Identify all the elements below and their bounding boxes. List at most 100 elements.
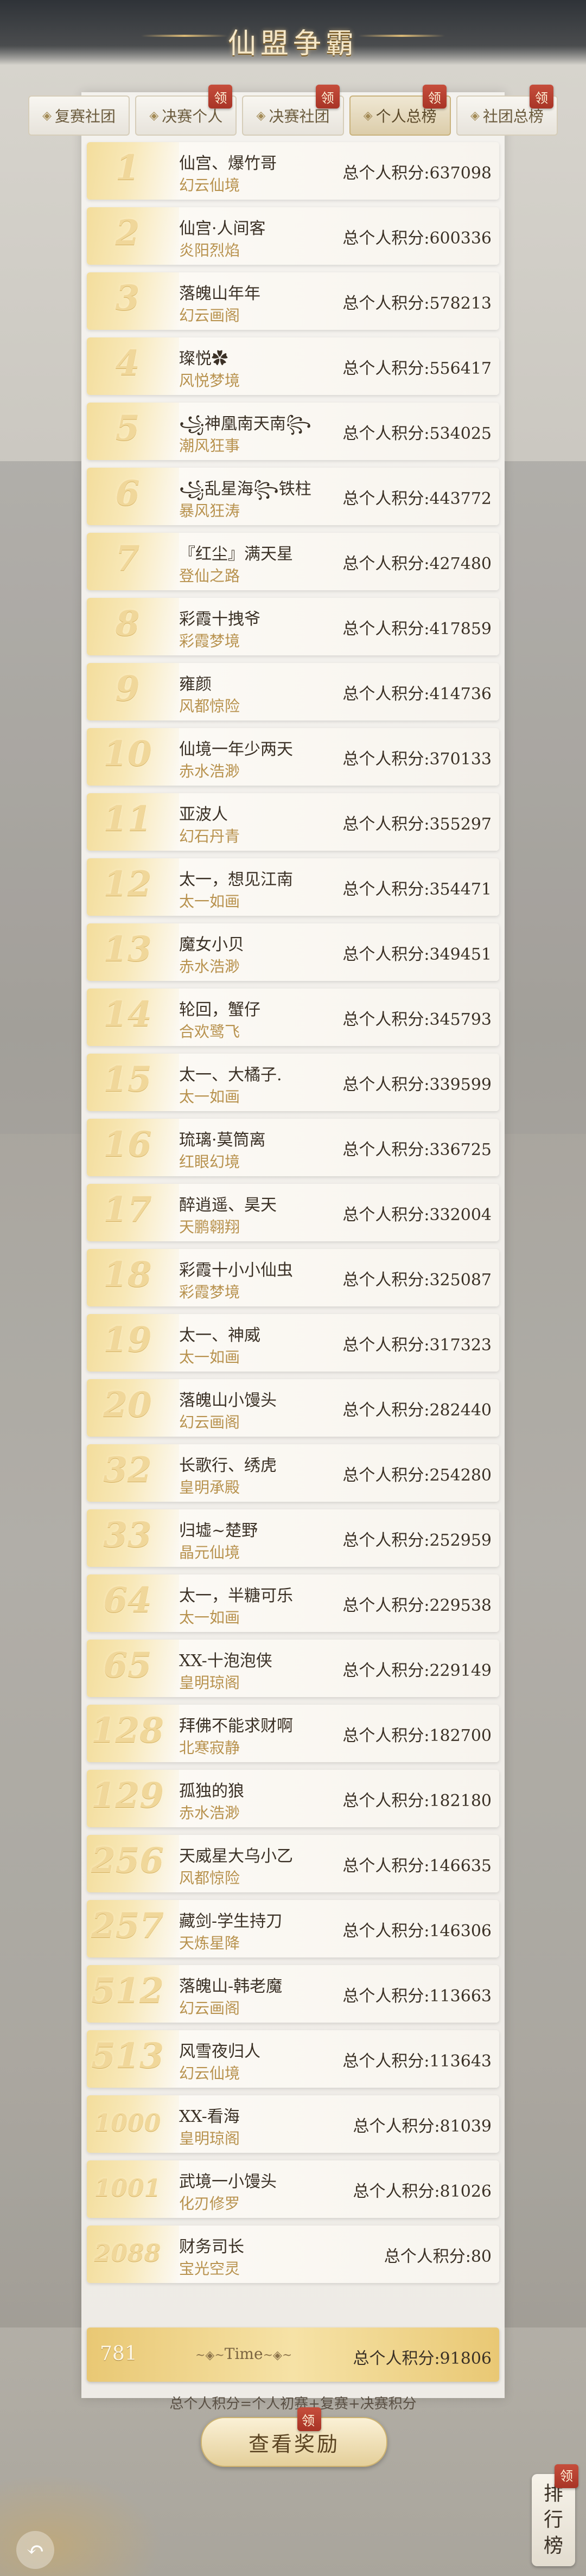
list-item[interactable]: 33 归墟~楚野 晶元仙境 总个人积分:252959 (87, 1509, 499, 1567)
leaderboard-button[interactable]: 排 行 榜 领 (532, 2464, 578, 2566)
list-item[interactable]: 513 风雪夜归人 幻云仙境 总个人积分:113643 (87, 2030, 499, 2088)
player-score: 总个人积分:339599 (342, 1075, 492, 1094)
player-name: XX-十泡泡侠 (179, 1652, 272, 1670)
list-item[interactable]: 1001 武境一小馒头 化刃修罗 总个人积分:81026 (87, 2160, 499, 2218)
back-icon[interactable]: ↶ (16, 2531, 54, 2569)
rank-number: 15 (103, 1059, 152, 1100)
rank-number: 128 (91, 1710, 164, 1751)
player-score: 总个人积分:146635 (342, 1857, 492, 1876)
server-name: 皇明琼阁 (179, 2129, 240, 2147)
list-item[interactable]: 65 XX-十泡泡侠 皇明琼阁 总个人积分:229149 (87, 1640, 499, 1697)
player-name: 仙宫、爆竹哥 (179, 154, 277, 173)
player-score: 总个人积分:427480 (342, 554, 492, 573)
list-item[interactable]: 16 琉璃·莫筒离 红眼幻境 总个人积分:336725 (87, 1119, 499, 1176)
server-name: 赤水浩渺 (179, 958, 240, 975)
list-item[interactable]: 6 ꧁乱星海꧂铁柱 暴风狂涛 总个人积分:443772 (87, 468, 499, 525)
list-item[interactable]: 2088 财务司长 宝光空灵 总个人积分:80 (87, 2226, 499, 2283)
list-item[interactable]: 3 落魄山年年 幻云画阁 总个人积分:578213 (87, 272, 499, 330)
ornament-left-icon: ~◈~ (195, 2349, 225, 2362)
server-name: 北寒寂静 (179, 1739, 240, 1757)
list-item[interactable]: 1000 XX-看海 皇明琼阁 总个人积分:81039 (87, 2095, 499, 2153)
diamond-icon: ◈ (149, 109, 159, 123)
list-item[interactable]: 4 璨悦✿ 风悦梦境 总个人积分:556417 (87, 337, 499, 395)
server-name: 彩霞梦境 (179, 632, 240, 650)
ranking-list[interactable]: 1 仙宫、爆竹哥 幻云仙境 总个人积分:637098 2 仙宫·人间客 炎阳烈焰 总个人积分:… (87, 142, 499, 2291)
rank-number: 7 (115, 538, 140, 579)
list-item[interactable]: 12 太一，想见江南 太一如画 总个人积分:354471 (87, 858, 499, 916)
rank-number: 129 (91, 1775, 164, 1816)
list-item[interactable]: 32 长歌行、绣虎 皇明承殿 总个人积分:254280 (87, 1444, 499, 1502)
rank-number: 2088 (94, 2240, 161, 2267)
list-item[interactable]: 7 『红尘』满天星 登仙之路 总个人积分:427480 (87, 533, 499, 590)
score-formula: 总个人积分=个人初赛+复赛+决赛积分 (169, 2396, 417, 2412)
player-score: 总个人积分:332004 (342, 1206, 492, 1225)
list-item[interactable]: 2 仙宫·人间客 炎阳烈焰 总个人积分:600336 (87, 207, 499, 265)
rank-number: 4 (115, 343, 140, 384)
player-score: 总个人积分:113643 (342, 2052, 492, 2071)
list-item[interactable]: 13 魔女小贝 赤水浩渺 总个人积分:349451 (87, 923, 499, 981)
view-rewards-button[interactable]: 查看奖励 领 (201, 2407, 387, 2467)
list-item[interactable]: 20 落魄山小馒头 幻云画阁 总个人积分:282440 (87, 1379, 499, 1437)
tab-2[interactable]: ◈ 决赛社团领 (242, 85, 344, 136)
title-ornament-right (358, 35, 445, 37)
tab-bar: ◈ 复赛社团 ◈ 决赛个人领 ◈ 决赛社团领 ◈ 个人总榜领 ◈ 社团总榜领 (28, 85, 558, 136)
list-item[interactable]: 9 雍颜 风都惊险 总个人积分:414736 (87, 663, 499, 720)
list-item[interactable]: 18 彩霞十小小仙虫 彩霞梦境 总个人积分:325087 (87, 1249, 499, 1306)
server-name: 红眼幻境 (179, 1153, 240, 1171)
server-name: 化刃修罗 (179, 2195, 240, 2212)
list-item[interactable]: 10 仙境一年少两天 赤水浩渺 总个人积分:370133 (87, 728, 499, 786)
player-score: 总个人积分:81039 (353, 2117, 492, 2136)
player-score: 总个人积分:113663 (342, 1987, 492, 2006)
server-name: 潮风狂事 (179, 437, 240, 455)
rank-number: 32 (103, 1450, 152, 1490)
list-item[interactable]: 14 轮回，蟹仔 合欢鹭飞 总个人积分:345793 (87, 989, 499, 1046)
list-item[interactable]: 1 仙宫、爆竹哥 幻云仙境 总个人积分:637098 (87, 142, 499, 200)
list-item[interactable]: 17 醉逍遥、昊天 天鹏翱翔 总个人积分:332004 (87, 1184, 499, 1241)
player-name: 太一，想见江南 (179, 870, 293, 889)
tab-0[interactable]: ◈ 复赛社团 (28, 95, 130, 136)
player-name: 太一，半糖可乐 (179, 1586, 293, 1605)
server-name: 暴风狂涛 (179, 502, 240, 520)
player-name: 天威星大乌小乙 (179, 1847, 293, 1866)
list-item[interactable]: 64 太一，半糖可乐 太一如画 总个人积分:229538 (87, 1574, 499, 1632)
server-name: 炎阳烈焰 (179, 241, 240, 259)
rank-number: 65 (103, 1645, 152, 1686)
list-item[interactable]: 8 彩霞十拽爷 彩霞梦境 总个人积分:417859 (87, 598, 499, 655)
list-item[interactable]: 128 拜佛不能求财啊 北寒寂静 总个人积分:182700 (87, 1705, 499, 1762)
rank-number: 256 (91, 1840, 164, 1881)
list-item[interactable]: 11 亚波人 幻石丹青 总个人积分:355297 (87, 793, 499, 851)
list-item[interactable]: 512 落魄山-韩老魔 幻云画阁 总个人积分:113663 (87, 1965, 499, 2023)
list-item[interactable]: 129 孤独的狼 赤水浩渺 总个人积分:182180 (87, 1770, 499, 1827)
player-name: 醉逍遥、昊天 (179, 1196, 277, 1215)
list-item[interactable]: 257 藏剑-学生持刀 天炼星降 总个人积分:146306 (87, 1900, 499, 1957)
tab-4[interactable]: ◈ 社团总榜领 (456, 85, 558, 136)
rank-number: 64 (103, 1580, 152, 1621)
rank-number: 18 (103, 1254, 152, 1295)
player-score: 总个人积分:355297 (342, 815, 492, 834)
list-item[interactable]: 256 天威星大乌小乙 风都惊险 总个人积分:146635 (87, 1835, 499, 1892)
player-score: 总个人积分:417859 (342, 620, 492, 639)
tab-3[interactable]: ◈ 个人总榜领 (349, 85, 451, 136)
rank-number: 16 (103, 1124, 152, 1165)
rank-number: 5 (115, 408, 140, 449)
player-score: 总个人积分:336725 (342, 1140, 492, 1159)
my-rank-bar: 781 ~◈~Time~◈~ 总个人积分:91806 (87, 2328, 499, 2382)
server-name: 太一如画 (179, 1088, 240, 1106)
player-name: 落魄山小馒头 (179, 1391, 277, 1410)
tab-1[interactable]: ◈ 决赛个人领 (135, 85, 237, 136)
player-name: 太一、神威 (179, 1326, 260, 1345)
list-item[interactable]: 5 ꧁神凰南天南꧂ 潮风狂事 总个人积分:534025 (87, 403, 499, 460)
page-title: 仙盟争霸 (227, 28, 358, 60)
player-name: 魔女小贝 (179, 935, 244, 954)
server-name: 风都惊险 (179, 697, 240, 715)
player-score: 总个人积分:600336 (342, 229, 492, 248)
list-item[interactable]: 15 太一、大橘子. 太一如画 总个人积分:339599 (87, 1054, 499, 1111)
player-name: 藏剑-学生持刀 (179, 1912, 283, 1931)
leaderboard-badge: 领 (555, 2464, 578, 2488)
rank-number: 11 (103, 799, 152, 839)
player-name: 归墟~楚野 (179, 1521, 258, 1540)
server-name: 幻云仙境 (179, 176, 240, 194)
player-name: 轮回，蟹仔 (179, 1000, 260, 1019)
list-item[interactable]: 19 太一、神威 太一如画 总个人积分:317323 (87, 1314, 499, 1372)
player-score: 总个人积分:370133 (342, 750, 492, 769)
